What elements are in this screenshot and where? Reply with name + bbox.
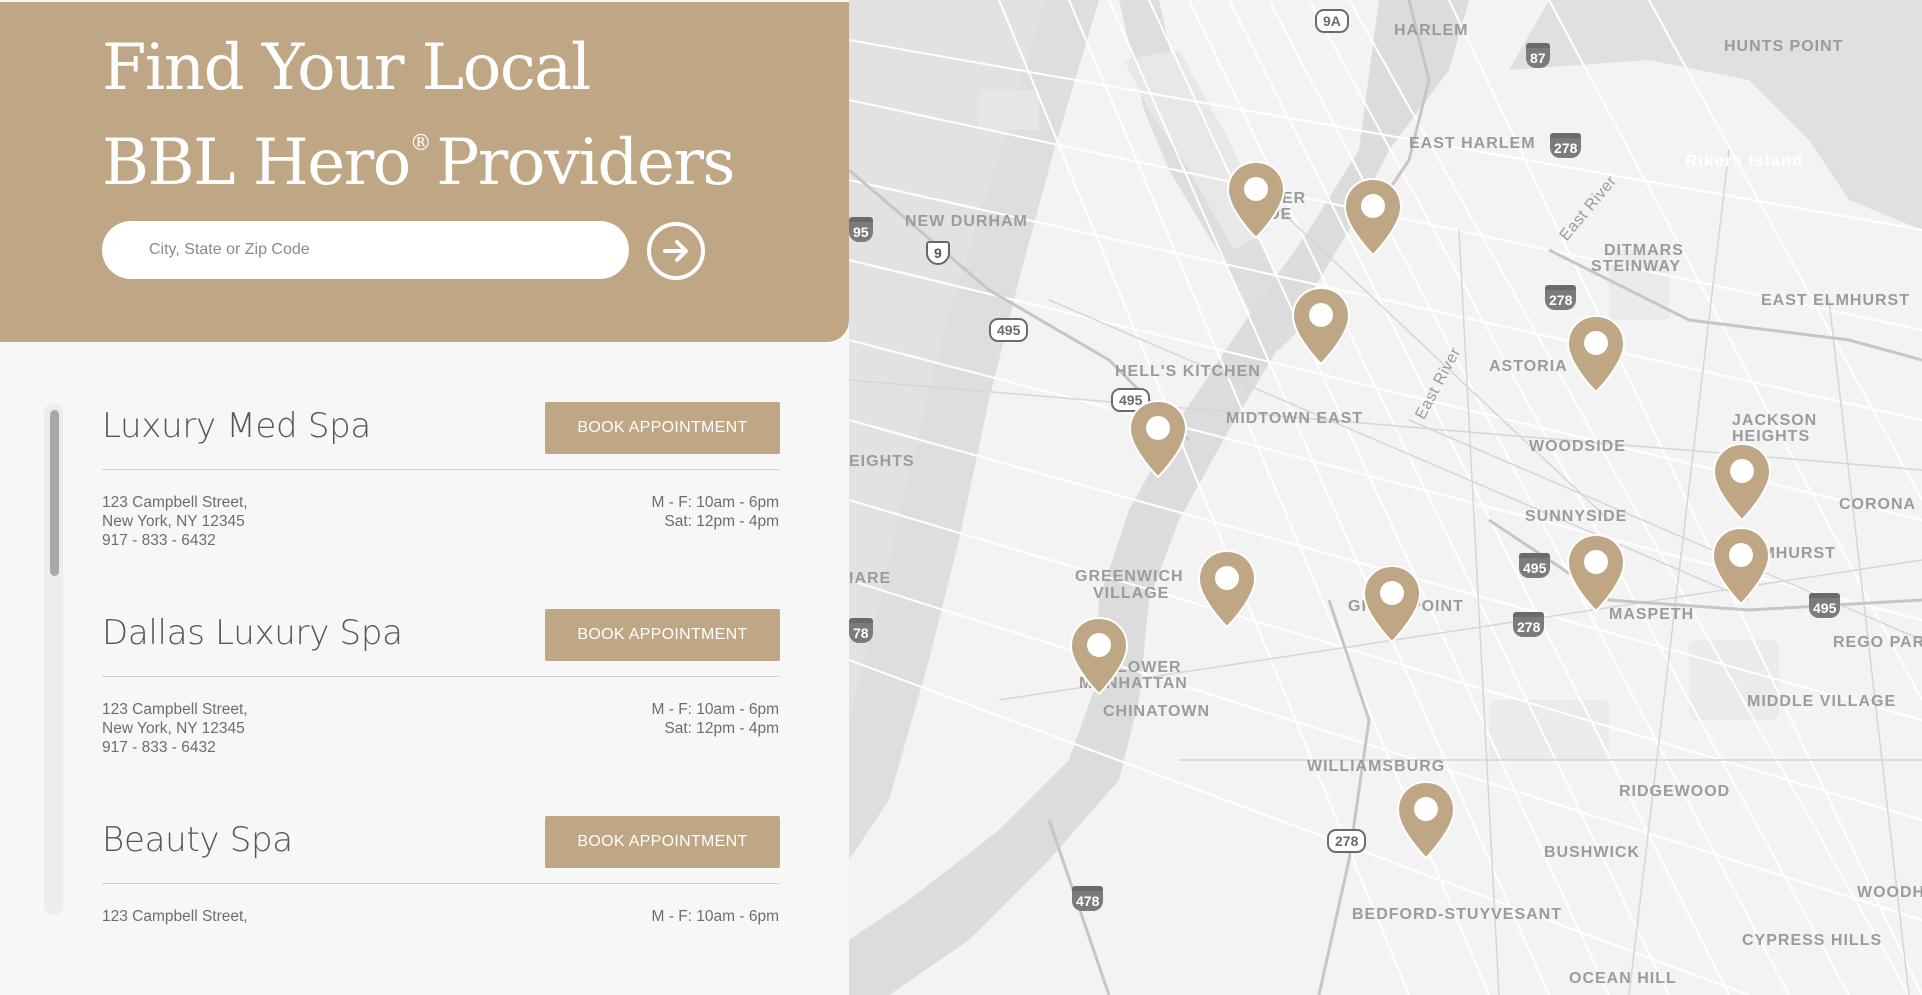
highway-shield: 495 xyxy=(1519,553,1551,578)
provider-divider xyxy=(102,883,779,884)
hours-weekday: M - F: 10am - 6pm xyxy=(651,908,779,925)
search-submit-button[interactable] xyxy=(647,222,705,280)
map-label: CYPRESS HILLS xyxy=(1742,932,1883,949)
provider-divider xyxy=(102,469,779,470)
highway-shield: 278 xyxy=(1513,612,1545,637)
map-pin-icon[interactable] xyxy=(1710,526,1772,606)
registered-mark: ® xyxy=(409,131,432,156)
arrow-right-circle-icon xyxy=(663,240,688,262)
results-scrollbar-thumb[interactable] xyxy=(50,410,59,576)
book-appointment-button[interactable]: BOOK APPOINTMENT xyxy=(545,816,780,868)
provider-hours: M - F: 10am - 6pm Sat: 12pm - 4pm xyxy=(652,493,779,531)
map-label: Rikers Island xyxy=(1685,151,1804,170)
book-appointment-button[interactable]: BOOK APPOINTMENT xyxy=(545,402,780,454)
map-label: BEDFORD-STUYVESANT xyxy=(1352,906,1563,923)
map-pin-icon[interactable] xyxy=(1225,160,1287,240)
hours-weekday: M - F: 10am - 6pm xyxy=(651,494,779,511)
map-pin-icon[interactable] xyxy=(1342,177,1404,257)
address-street: 123 Campbell Street, xyxy=(102,701,248,718)
highway-shield: 9 xyxy=(926,241,950,265)
provider-phone: 917 - 833 - 6432 xyxy=(102,739,216,756)
map-pin-icon[interactable] xyxy=(1565,314,1627,394)
provider-name: Dallas Luxury Spa xyxy=(102,613,403,653)
highway-shield: 495 xyxy=(1809,593,1841,618)
hero-header: Find Your Local BBL Hero®Providers xyxy=(0,2,849,342)
map-label: WOODSIDE xyxy=(1529,438,1626,455)
map-label: WILLIAMSBURG xyxy=(1307,758,1446,775)
highway-shield: 278 xyxy=(1545,285,1577,310)
address-city: New York, NY 12345 xyxy=(102,720,245,737)
map-label: STEINWAY xyxy=(1591,258,1682,275)
highway-shield: 95 xyxy=(849,217,873,242)
map-label: WOODH xyxy=(1857,884,1922,901)
map-label: NEW DURHAM xyxy=(905,213,1028,230)
address-street: 123 Campbell Street, xyxy=(102,908,248,925)
map-label: VILLAGE xyxy=(1093,585,1170,602)
provider-hours: M - F: 10am - 6pm Sat: 12pm - 4pm xyxy=(652,700,779,738)
provider-locator-panel: Find Your Local BBL Hero®Providers Luxur… xyxy=(0,0,849,995)
provider-phone: 917 - 833 - 6432 xyxy=(102,532,216,549)
address-city: New York, NY 12345 xyxy=(102,513,245,530)
map-label: HARLEM xyxy=(1394,22,1469,39)
map-label: RIDGEWOOD xyxy=(1619,783,1731,800)
hours-weekday: M - F: 10am - 6pm xyxy=(651,701,779,718)
title-line-2-suffix: Providers xyxy=(436,126,735,200)
provider-hours: M - F: 10am - 6pm xyxy=(652,907,779,926)
page-title: Find Your Local BBL Hero®Providers xyxy=(102,30,735,201)
map-pin-icon[interactable] xyxy=(1196,549,1258,629)
map-pin-icon[interactable] xyxy=(1068,616,1130,696)
provider-name: Luxury Med Spa xyxy=(102,406,371,446)
provider-divider xyxy=(102,676,779,677)
provider-name: Beauty Spa xyxy=(102,820,293,860)
map-label: IARE xyxy=(849,570,892,587)
highway-shield: 78 xyxy=(849,618,873,643)
map-label: MIDDLE VILLAGE xyxy=(1747,693,1897,710)
map-label: BUSHWICK xyxy=(1544,844,1640,861)
title-line-1: Find Your Local xyxy=(102,31,591,105)
highway-shield: 87 xyxy=(1526,43,1550,68)
map-label: REGO PAR xyxy=(1833,634,1922,651)
provider-card: Beauty Spa BOOK APPOINTMENT 123 Campbell… xyxy=(102,816,780,976)
location-search-input[interactable] xyxy=(102,221,629,279)
provider-address: 123 Campbell Street, xyxy=(102,907,248,926)
map-label: HUNTS POINT xyxy=(1724,38,1844,55)
hours-saturday: Sat: 12pm - 4pm xyxy=(664,513,779,530)
highway-shield: 478 xyxy=(1072,886,1104,911)
provider-map[interactable]: HARLEM HUNTS POINT EAST HARLEM UPPER SID… xyxy=(849,0,1922,995)
map-label: GREENWICH xyxy=(1075,568,1184,585)
map-pin-icon[interactable] xyxy=(1395,780,1457,860)
map-label: EAST ELMHURST xyxy=(1761,292,1910,309)
hours-saturday: Sat: 12pm - 4pm xyxy=(664,720,779,737)
provider-card: Luxury Med Spa BOOK APPOINTMENT 123 Camp… xyxy=(102,402,780,562)
map-label: CORONA xyxy=(1839,496,1917,513)
map-pin-icon[interactable] xyxy=(1565,533,1627,613)
map-label: MIDTOWN EAST xyxy=(1226,410,1364,427)
map-pin-icon[interactable] xyxy=(1127,399,1189,479)
map-label: EIGHTS xyxy=(849,453,915,470)
map-label: CHINATOWN xyxy=(1103,703,1211,720)
map-label: EAST HARLEM xyxy=(1409,135,1536,152)
map-label: DITMARS xyxy=(1604,242,1684,259)
provider-card: Dallas Luxury Spa BOOK APPOINTMENT 123 C… xyxy=(102,609,780,769)
highway-shield: 278 xyxy=(1550,133,1582,158)
map-pin-icon[interactable] xyxy=(1361,564,1423,644)
highway-shield: 495 xyxy=(989,318,1029,342)
book-appointment-button[interactable]: BOOK APPOINTMENT xyxy=(545,609,780,661)
title-line-2-brand: BBL Hero xyxy=(102,126,411,200)
map-label: ASTORIA xyxy=(1489,358,1568,375)
provider-address: 123 Campbell Street, New York, NY 12345 … xyxy=(102,493,248,550)
map-label: HELL'S KITCHEN xyxy=(1115,363,1261,380)
map-pin-icon[interactable] xyxy=(1711,442,1773,522)
provider-address: 123 Campbell Street, New York, NY 12345 … xyxy=(102,700,248,757)
map-label: JACKSON xyxy=(1732,412,1818,429)
map-label: OCEAN HILL xyxy=(1569,970,1677,987)
highway-shield: 278 xyxy=(1327,829,1367,853)
map-pin-icon[interactable] xyxy=(1290,286,1352,366)
map-label: SUNNYSIDE xyxy=(1525,508,1628,525)
address-street: 123 Campbell Street, xyxy=(102,494,248,511)
highway-shield: 9A xyxy=(1315,9,1349,33)
